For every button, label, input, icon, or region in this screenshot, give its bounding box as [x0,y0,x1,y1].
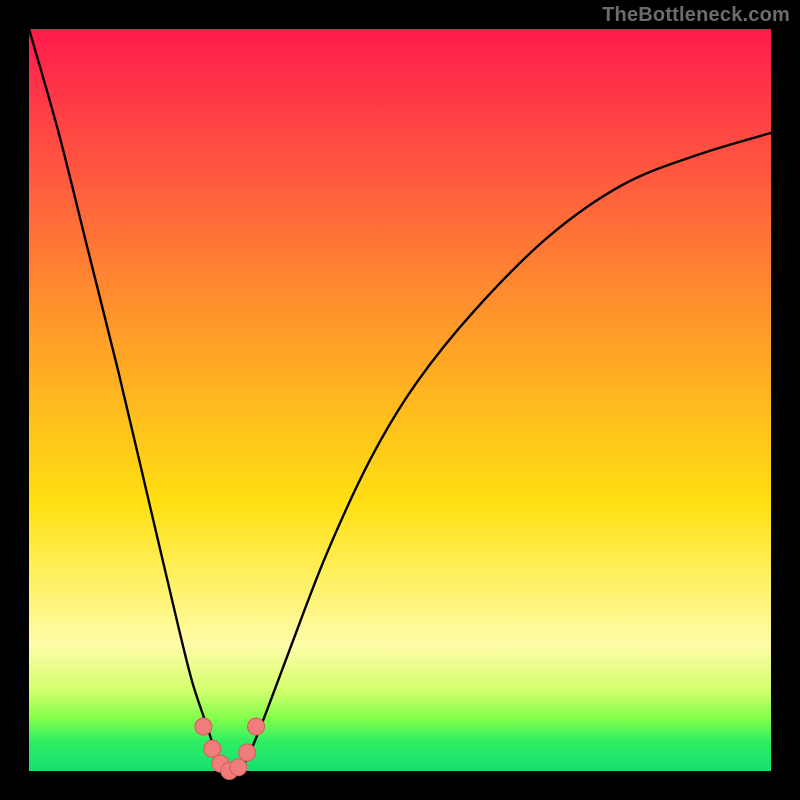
valley-marker [204,740,221,757]
valley-marker [230,759,247,776]
valley-marker [195,718,212,735]
bottleneck-curve [29,29,771,772]
valley-marker [248,718,265,735]
chart-frame: TheBottleneck.com [0,0,800,800]
valley-marker [239,744,256,761]
curve-layer [0,0,800,800]
